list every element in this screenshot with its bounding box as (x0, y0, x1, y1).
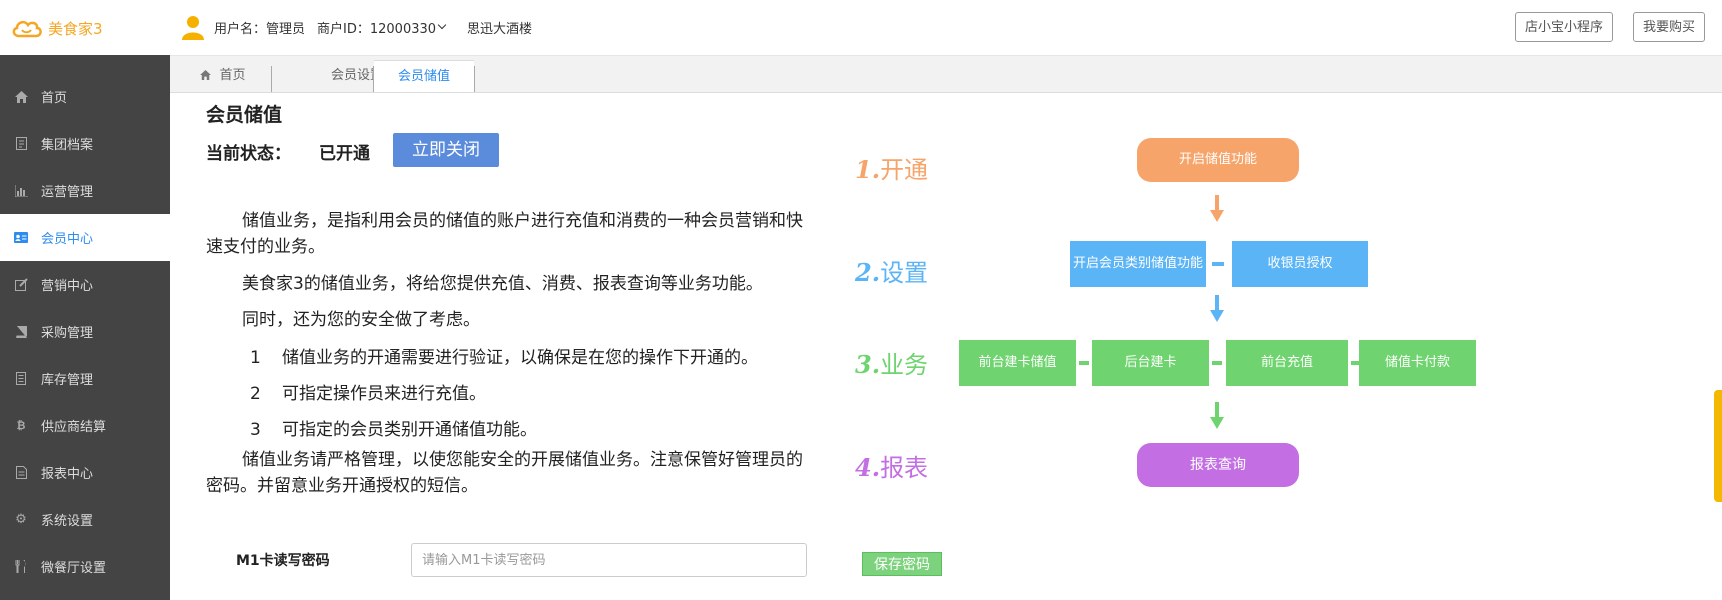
enable-member-type-box: 开启会员类别储值功能 (1070, 241, 1206, 287)
top-header: 美食家3 用户名：管理员 商户ID：12000330 思迅大酒楼 店小宝小程序 … (0, 0, 1722, 56)
report-icon (14, 466, 28, 480)
sidebar-item-group-archive[interactable]: 集团档案 (0, 120, 170, 167)
sidebar-item-label: 采购管理 (41, 326, 94, 341)
status-label: 当前状态： (206, 144, 291, 164)
description-paragraph: 同时，还为您的安全做了考虑。 (242, 310, 480, 330)
connector (1212, 262, 1224, 266)
user-info: 用户名：管理员 商户ID：12000330 思迅大酒楼 (180, 14, 544, 40)
buy-button[interactable]: 我要购买 (1633, 12, 1706, 42)
arrow-down-icon (1210, 195, 1224, 222)
sidebar-item-supplier-settlement[interactable]: ₿ 供应商结算 (0, 402, 170, 449)
sidebar-item-system-settings[interactable]: ⚙ 系统设置 (0, 496, 170, 543)
description-paragraph: 美食家3的储值业务，将给您提供充值、消费、报表查询等业务功能。 (242, 274, 763, 294)
edit-icon (14, 278, 28, 292)
list-item: 1 储值业务的开通需要进行验证，以确保是在您的操作下开通的。 (250, 343, 758, 368)
report-query-box: 报表查询 (1137, 443, 1299, 487)
chevron-down-icon[interactable] (437, 20, 447, 30)
enable-stored-value-box: 开启储值功能 (1137, 138, 1299, 182)
list-text: 储值业务的开通需要进行验证，以确保是在您的操作下开通的。 (282, 348, 758, 368)
back-create-card-box: 后台建卡 (1092, 340, 1209, 386)
gear-icon: ⚙ (15, 512, 27, 527)
sidebar-item-label: 集团档案 (41, 138, 94, 153)
sidebar-item-label: 营销中心 (41, 279, 94, 294)
list-icon (14, 372, 28, 386)
list-number: 1 (250, 348, 261, 368)
tab-bar: 首页 会员设置 会员储值 (170, 56, 1722, 93)
cloud-logo-icon (12, 20, 42, 38)
list-number: 3 (250, 420, 261, 440)
sidebar-item-marketing[interactable]: 营销中心 (0, 261, 170, 308)
connector (1212, 361, 1222, 365)
close-now-button[interactable]: 立即关闭 (393, 133, 499, 167)
status-value: 已开通 (319, 144, 370, 164)
username: 用户名：管理员 (214, 21, 306, 37)
store-name: 思迅大酒楼 (467, 21, 533, 37)
sidebar-item-label: 微餐厅设置 (41, 561, 107, 576)
step-label-report: 4.报表 (855, 453, 929, 482)
list-text: 可指定的会员类别开通储值功能。 (282, 420, 537, 440)
tab-home[interactable]: 首页 (198, 60, 248, 92)
sidebar: 首页 集团档案 运营管理 会员中心 营销中心 采购管理 库存管理 ₿ 供应商结算… (0, 55, 170, 600)
list-number: 2 (250, 384, 261, 404)
bar-chart-icon (14, 184, 28, 198)
sidebar-item-inventory[interactable]: 库存管理 (0, 355, 170, 402)
sidebar-item-operations[interactable]: 运营管理 (0, 167, 170, 214)
sidebar-item-label: 运营管理 (41, 185, 94, 200)
logo[interactable]: 美食家3 (10, 14, 103, 42)
sidebar-item-label: 库存管理 (41, 373, 94, 388)
front-recharge-box: 前台充值 (1226, 340, 1348, 386)
sidebar-item-member-center[interactable]: 会员中心 (0, 214, 170, 261)
merchant-id[interactable]: 商户ID：12000330 (317, 18, 436, 37)
user-avatar-icon (182, 16, 204, 40)
cutlery-icon (14, 560, 28, 574)
sidebar-item-label: 首页 (41, 91, 68, 106)
warning-paragraph: 储值业务请严格管理，以使您能安全的开展储值业务。注意保管好管理员的密码。并留意业… (206, 450, 803, 496)
tab-label: 会员储值 (397, 69, 450, 84)
tab-divider (474, 66, 475, 92)
sidebar-item-home[interactable]: 首页 (0, 73, 170, 120)
sidebar-item-report-center[interactable]: 报表中心 (0, 449, 170, 496)
sidebar-item-mini-restaurant[interactable]: 微餐厅设置 (0, 543, 170, 590)
m1-password-input[interactable] (411, 543, 807, 577)
home-icon (200, 61, 212, 93)
side-float-tab[interactable] (1714, 390, 1722, 502)
bitcoin-icon: ₿ (16, 419, 26, 432)
page-title: 会员储值 (206, 104, 283, 126)
connector (1079, 361, 1089, 365)
cashier-auth-box: 收银员授权 (1232, 241, 1368, 287)
sidebar-item-label: 系统设置 (41, 514, 94, 529)
arrow-down-icon (1210, 402, 1224, 429)
arrow-down-icon (1210, 295, 1224, 322)
m1-password-label: M1卡读写密码 (236, 553, 330, 569)
front-create-card-box: 前台建卡储值 (959, 340, 1076, 386)
step-label-business: 3.业务 (855, 350, 929, 379)
list-text: 可指定操作员来进行充值。 (282, 384, 486, 404)
sidebar-item-label: 会员中心 (41, 232, 94, 247)
step-label-setup: 2.设置 (855, 258, 929, 287)
description-paragraph: 储值业务，是指利用会员的储值的账户进行充值和消费的一种会员营销和快速支付的业务。 (206, 211, 803, 257)
file-icon (14, 137, 28, 151)
list-item: 3 可指定的会员类别开通储值功能。 (250, 415, 537, 440)
tab-member-stored-value[interactable]: 会员储值 (374, 60, 474, 92)
sidebar-item-label: 供应商结算 (41, 420, 107, 435)
save-password-button[interactable]: 保存密码 (862, 552, 942, 576)
logo-text: 美食家3 (48, 19, 103, 38)
step-label-open: 1.开通 (855, 155, 929, 184)
member-card-icon (14, 231, 28, 245)
sidebar-item-purchase[interactable]: 采购管理 (0, 308, 170, 355)
card-payment-box: 储值卡付款 (1359, 340, 1476, 386)
list-item: 2 可指定操作员来进行充值。 (250, 379, 486, 404)
home-icon (14, 90, 28, 104)
tab-label: 首页 (219, 68, 246, 83)
sidebar-item-label: 报表中心 (41, 467, 94, 482)
book-icon (14, 325, 28, 339)
miniapp-button[interactable]: 店小宝小程序 (1515, 12, 1614, 42)
